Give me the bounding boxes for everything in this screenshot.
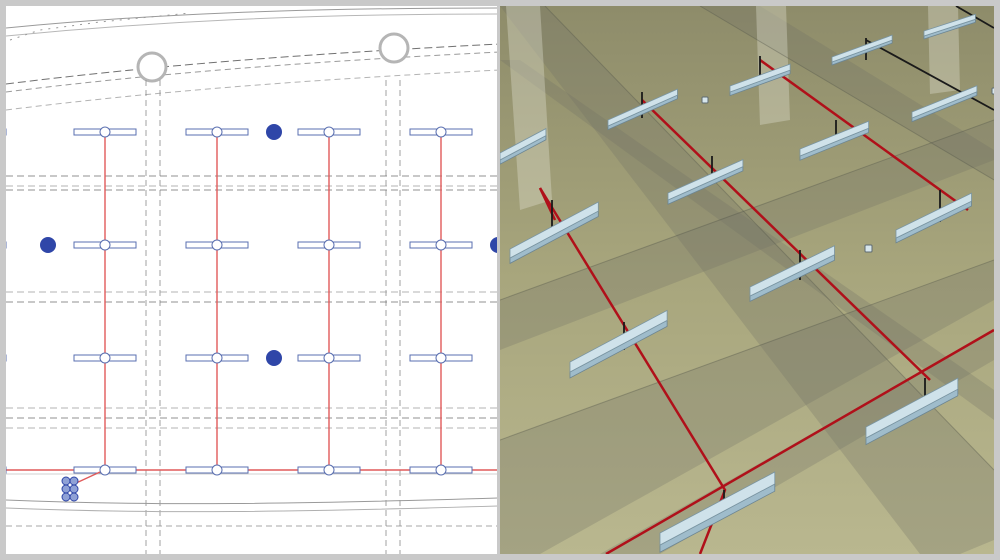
light-fixture [409, 352, 473, 364]
fixture-head [99, 464, 111, 476]
plan-view [6, 6, 498, 554]
fixture-head [323, 239, 335, 251]
light-fixture [185, 126, 249, 138]
light-fixture [185, 239, 249, 251]
fixture-head [99, 352, 111, 364]
light-fixture [73, 352, 137, 364]
fixture-head [323, 126, 335, 138]
figure-canvas [0, 0, 1000, 560]
model-view [500, 6, 994, 554]
light-fixture [409, 464, 473, 476]
fixture-head [435, 352, 447, 364]
grid-bubble [136, 51, 168, 83]
light-fixture [297, 352, 361, 364]
light-fixture [185, 352, 249, 364]
light-fixture [297, 126, 361, 138]
fixture-head [435, 239, 447, 251]
fixture-head [211, 239, 223, 251]
sprinkler-head [40, 237, 56, 253]
sprinkler-head [266, 350, 282, 366]
sprinkler-head [266, 124, 282, 140]
light-fixture [297, 239, 361, 251]
light-fixture [73, 126, 137, 138]
fixture-head [99, 126, 111, 138]
light-fixture [409, 126, 473, 138]
light-fixture [185, 464, 249, 476]
light-fixture [73, 464, 137, 476]
fixture-head [435, 464, 447, 476]
light-fixture [73, 239, 137, 251]
fixture-head [211, 126, 223, 138]
fixture-head [211, 352, 223, 364]
fixture-head [99, 239, 111, 251]
fixture-head [323, 464, 335, 476]
light-fixture [409, 239, 473, 251]
grid-bubble [378, 32, 410, 64]
fixture-head [323, 352, 335, 364]
light-fixture [297, 464, 361, 476]
fixture-head [211, 464, 223, 476]
figure [0, 0, 1000, 560]
fixture-head [435, 126, 447, 138]
